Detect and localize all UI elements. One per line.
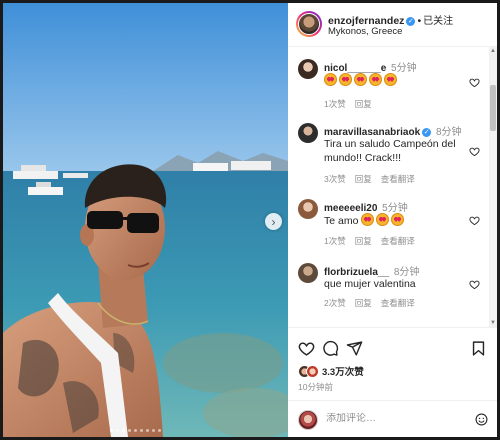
commenter-avatar[interactable] — [298, 59, 318, 79]
reply-button[interactable]: 回复 — [355, 99, 372, 109]
heart-eyes-emoji-icon — [361, 213, 375, 226]
author-avatar[interactable] — [296, 11, 322, 37]
heart-eyes-emoji-icon — [369, 73, 382, 86]
liker-avatar — [306, 364, 319, 378]
reply-button[interactable]: 回复 — [355, 174, 372, 184]
comment-header: meeeeeli20 5分钟 — [324, 199, 408, 214]
author-line: enzojfernandez ✓ • 已关注 — [328, 12, 453, 27]
comment-input[interactable] — [326, 413, 446, 424]
comment-header: nicol______e 5分钟 — [324, 59, 417, 74]
carousel-dot — [152, 429, 155, 432]
post-location[interactable]: Mykonos, Greece — [328, 26, 402, 37]
like-comment-heart-icon[interactable] — [469, 146, 480, 157]
emoji-picker-icon[interactable] — [475, 413, 488, 426]
separator-dot: • — [417, 15, 422, 27]
translate-button[interactable]: 查看翻译 — [381, 236, 415, 246]
post-actions: 3.3万次赞 10分钟前 — [288, 327, 497, 397]
commenter-avatar[interactable] — [298, 199, 318, 219]
verified-icon: ✓ — [406, 17, 416, 26]
carousel-dot — [140, 429, 143, 432]
reply-button[interactable]: 回复 — [355, 236, 372, 246]
following-button[interactable]: 已关注 — [423, 16, 453, 27]
comment-icon[interactable] — [322, 340, 339, 357]
post-photo[interactable] — [3, 3, 288, 437]
comment-header: maravillasanabriaok ✓ 8分钟 — [324, 123, 462, 138]
carousel-dot — [122, 429, 125, 432]
reply-button[interactable]: 回复 — [355, 298, 372, 308]
translate-button[interactable]: 查看翻译 — [381, 174, 415, 184]
comment-meta: 1次赞 回复 查看翻译 — [324, 235, 424, 247]
heart-eyes-emoji-icon — [354, 73, 367, 86]
comment-meta: 1次赞 回复 — [324, 98, 381, 110]
carousel-dot — [134, 429, 137, 432]
comment-likes[interactable]: 3次赞 — [324, 174, 346, 184]
comment-header: florbrizuela__ 8分钟 — [324, 263, 419, 278]
scrollbar-thumb[interactable] — [490, 85, 496, 131]
like-comment-heart-icon[interactable] — [469, 77, 480, 88]
carousel-dots — [110, 429, 161, 432]
post-header: enzojfernandez ✓ • 已关注 Mykonos, Greece — [288, 3, 497, 47]
scroll-down-arrow-icon[interactable]: ▼ — [489, 319, 497, 327]
translate-button[interactable]: 查看翻译 — [381, 298, 415, 308]
comment-text: Tira un saludo Campeón del mundo!! Crack… — [324, 138, 456, 164]
likes-summary[interactable]: 3.3万次赞 — [298, 364, 364, 378]
post-timestamp: 10分钟前 — [298, 382, 333, 392]
comment-likes[interactable]: 1次赞 — [324, 99, 346, 109]
comments-scrollbar[interactable]: ▲ ▼ — [489, 47, 497, 327]
comment-emojis — [324, 73, 462, 88]
post-side-panel: enzojfernandez ✓ • 已关注 Mykonos, Greece nico… — [288, 3, 497, 437]
heart-eyes-emoji-icon — [324, 73, 337, 86]
comment-text: Te amo — [324, 215, 359, 227]
carousel-dot — [128, 429, 131, 432]
commenter-avatar[interactable] — [298, 123, 318, 143]
carousel-dot — [158, 429, 161, 432]
bookmark-icon[interactable] — [470, 340, 487, 357]
add-comment-bar — [288, 400, 497, 437]
comment-likes[interactable]: 2次赞 — [324, 298, 346, 308]
verified-icon: ✓ — [422, 128, 432, 137]
heart-eyes-emoji-icon — [339, 73, 352, 86]
likes-count[interactable]: 3.3万次赞 — [322, 364, 364, 378]
share-icon[interactable] — [346, 340, 363, 357]
current-user-avatar — [298, 410, 318, 430]
carousel-dot — [146, 429, 149, 432]
heart-eyes-emoji-icon — [384, 73, 397, 86]
comments-list: nicol______e 5分钟 1次赞 回复 maravillasanabria… — [288, 47, 488, 327]
comment-likes[interactable]: 1次赞 — [324, 236, 346, 246]
heart-eyes-emoji-icon — [391, 213, 405, 226]
scroll-up-arrow-icon[interactable]: ▲ — [489, 47, 497, 55]
comment-text: que mujer valentina — [324, 278, 416, 290]
post-image — [3, 3, 288, 437]
commenter-avatar[interactable] — [298, 263, 318, 283]
like-comment-heart-icon[interactable] — [469, 215, 480, 226]
comment-meta: 3次赞 回复 查看翻译 — [324, 173, 424, 185]
like-comment-heart-icon[interactable] — [469, 279, 480, 290]
heart-icon[interactable] — [298, 340, 315, 357]
comment-body: Te amo — [324, 213, 462, 228]
carousel-dot — [116, 429, 119, 432]
carousel-next-button[interactable]: › — [265, 213, 282, 230]
carousel-dot — [110, 429, 113, 432]
heart-eyes-emoji-icon — [376, 213, 390, 226]
comment-meta: 2次赞 回复 查看翻译 — [324, 297, 424, 309]
